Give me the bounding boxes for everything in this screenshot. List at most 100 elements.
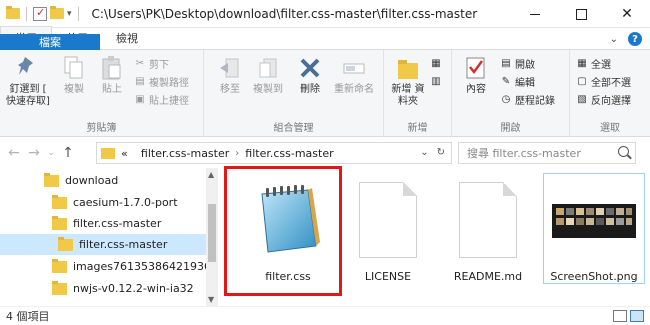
back-arrow-icon[interactable]: ←	[4, 145, 24, 161]
properties-icon[interactable]	[33, 6, 47, 21]
new-folder-label: 新增 資料夾	[391, 84, 425, 107]
new-folder-button[interactable]: 新增 資料夾	[388, 54, 428, 108]
history-button[interactable]: ◷ 歷程記錄	[500, 92, 555, 107]
open-label: 開啟	[515, 60, 535, 71]
folder-icon	[52, 280, 67, 295]
paste-shortcut-button[interactable]: ▣ 貼上捷徑	[134, 92, 189, 107]
title-bar: ▾ C:\Users\PK\Desktop\download\filter.cs…	[0, 0, 650, 28]
open-button[interactable]: ▤ 開啟	[500, 56, 535, 71]
tree-item[interactable]: caesium-1.7.0-port	[0, 192, 206, 213]
ribbon-tabs: 檔案 常用 共用 檢視 ⌄ ?	[0, 26, 650, 56]
image-thumbnail-icon	[548, 174, 640, 266]
new-group: 新增 資料夾 ▦ ▥ 新增	[384, 50, 452, 137]
scroll-down-icon[interactable]: ▼	[208, 295, 214, 304]
cut-button[interactable]: ✂ 剪下	[134, 56, 169, 71]
invert-selection-button[interactable]: ▧ 反向選擇	[576, 92, 631, 107]
select-none-button[interactable]: ▢ 全部不選	[576, 74, 631, 89]
pin-label: 釘選到 [ 快速存取]	[6, 84, 50, 107]
recent-locations-icon[interactable]: ⌄	[44, 148, 58, 158]
open-icon: ▤	[501, 58, 511, 69]
breadcrumb-separator	[132, 148, 135, 159]
file-name: README.md	[453, 270, 523, 283]
copy-icon	[62, 54, 86, 82]
folder-icon	[6, 6, 20, 19]
pin-quick-access-button[interactable]: 釘選到 [ 快速存取]	[6, 54, 50, 108]
easy-access-button[interactable]: ▥	[430, 74, 442, 89]
select-group: ▦ 全選 ▢ 全部不選 ▧ 反向選擇 選取	[570, 50, 650, 137]
edit-button[interactable]: ✎ 編輯	[500, 74, 535, 89]
quick-access-toolbar: ▾	[0, 0, 82, 28]
minimize-button[interactable]	[512, 0, 558, 28]
move-to-label: 移至	[220, 84, 240, 95]
select-all-button[interactable]: ▦ 全選	[576, 56, 611, 71]
properties-button[interactable]: 內容	[458, 54, 494, 96]
ribbon: 釘選到 [ 快速存取] 複製 貼上 ✂ 剪下 ▤ 複製路徑 ▣ 貼上捷徑 剪貼簿	[0, 50, 650, 137]
help-icon[interactable]: ?	[628, 32, 642, 46]
new-item-button[interactable]: ▦	[430, 56, 442, 71]
file-item[interactable]: LICENSE	[338, 174, 438, 283]
paste-button[interactable]: 貼上	[94, 54, 130, 96]
rename-label: 重新命名	[334, 84, 374, 95]
copy-path-button[interactable]: ▤ 複製路徑	[134, 74, 189, 89]
copy-path-label: 複製路徑	[149, 78, 189, 89]
delete-icon	[298, 54, 322, 82]
divider	[26, 6, 27, 21]
rename-icon	[342, 54, 366, 82]
maximize-button[interactable]	[558, 0, 604, 28]
navigation-bar: ← → ⌄ ↑ « filter.css-master › filter.css…	[0, 138, 650, 168]
search-placeholder: 搜尋 filter.css-master	[467, 147, 581, 160]
details-view-icon[interactable]	[613, 310, 627, 322]
search-input[interactable]: 搜尋 filter.css-master	[458, 142, 636, 164]
select-none-label: 全部不選	[591, 78, 631, 89]
easy-access-icon: ▥	[431, 76, 441, 87]
tab-view[interactable]: 檢視	[102, 27, 152, 49]
organize-group-label: 組合管理	[273, 123, 314, 134]
address-overflow[interactable]: «	[121, 147, 128, 160]
address-bar[interactable]: « filter.css-master › filter.css-master …	[96, 142, 452, 164]
navigation-pane: download caesium-1.7.0-port filter.css-m…	[0, 168, 218, 306]
close-button[interactable]: ✕	[604, 0, 650, 28]
tree-item-label: filter.css-master	[73, 217, 162, 230]
large-icons-view-icon[interactable]	[630, 310, 644, 322]
tree-item[interactable]: download	[0, 170, 206, 191]
refresh-icon[interactable]: ↻	[437, 147, 445, 158]
item-count: 4 個項目	[6, 310, 50, 323]
file-item[interactable]: README.md	[438, 174, 538, 283]
copy-to-button[interactable]: 複製到	[250, 54, 286, 96]
window-controls: ✕	[512, 0, 650, 28]
folder-icon	[52, 215, 67, 230]
tree-item[interactable]: filter.css-master	[0, 213, 206, 234]
forward-arrow-icon[interactable]: →	[24, 145, 44, 161]
chevron-down-icon[interactable]: ⌄	[420, 147, 428, 158]
copy-to-label: 複製到	[253, 84, 283, 95]
folder-icon	[101, 147, 115, 159]
status-bar: 4 個項目	[0, 306, 650, 325]
ribbon-expand-icon[interactable]: ⌄	[610, 34, 618, 45]
breadcrumb-item[interactable]: filter.css-master	[141, 147, 229, 160]
scroll-up-icon[interactable]: ▲	[208, 170, 214, 179]
delete-button[interactable]: 刪除	[292, 54, 328, 96]
tree-item[interactable]: images7613538642193621	[0, 256, 206, 277]
copy-button[interactable]: 複製	[56, 54, 92, 96]
move-to-icon	[218, 54, 242, 82]
file-item[interactable]: ScreenShot.png	[543, 173, 645, 284]
copy-path-icon: ▤	[135, 76, 145, 87]
move-to-button[interactable]: 移至	[212, 54, 248, 96]
chevron-right-icon[interactable]: ›	[235, 148, 239, 159]
tree-item-label: images7613538642193621	[73, 260, 206, 273]
cut-label: 剪下	[149, 60, 169, 71]
chevron-down-icon[interactable]: ▾	[67, 9, 72, 19]
document-icon	[342, 174, 434, 266]
up-arrow-icon[interactable]: ↑	[58, 145, 78, 161]
invert-selection-icon: ▧	[577, 94, 587, 105]
nav-scrollbar[interactable]: ▲ ▼	[206, 168, 218, 306]
folder-icon	[52, 258, 67, 273]
tree-item-label: caesium-1.7.0-port	[73, 196, 178, 209]
tree-item[interactable]: nwjs-v0.12.2-win-ia32	[0, 278, 206, 299]
scrollbar-thumb[interactable]	[208, 204, 216, 262]
breadcrumb-item[interactable]: filter.css-master	[245, 147, 333, 160]
tree-item-selected[interactable]: filter.css-master	[0, 234, 206, 255]
folder-icon	[52, 194, 67, 209]
new-folder-icon[interactable]	[50, 6, 64, 19]
rename-button[interactable]: 重新命名	[330, 54, 378, 96]
